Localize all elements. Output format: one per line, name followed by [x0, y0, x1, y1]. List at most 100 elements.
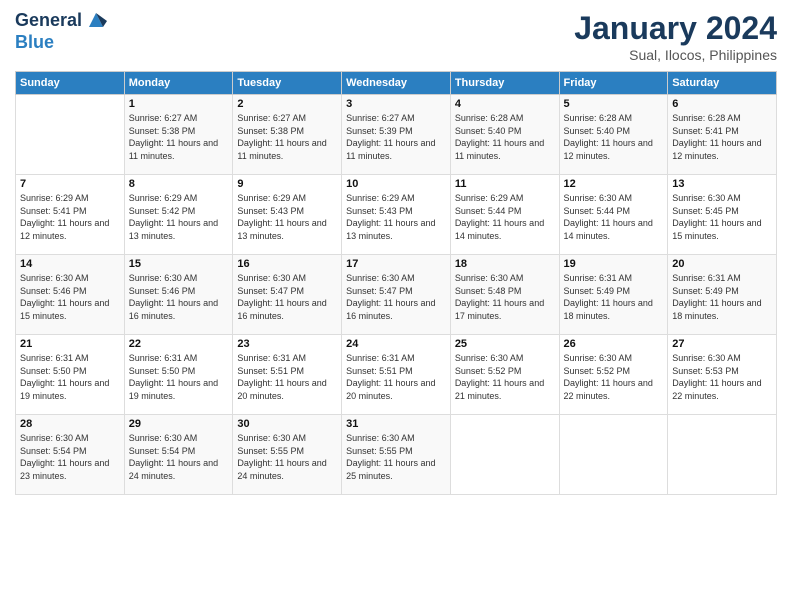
day-detail: Sunrise: 6:30 AMSunset: 5:45 PMDaylight:… — [672, 192, 772, 242]
calendar-cell: 14 Sunrise: 6:30 AMSunset: 5:46 PMDayligh… — [16, 255, 125, 335]
calendar-cell: 21 Sunrise: 6:31 AMSunset: 5:50 PMDayligh… — [16, 335, 125, 415]
calendar-cell: 13Sunrise: 6:30 AMSunset: 5:45 PMDayligh… — [668, 175, 777, 255]
day-detail: Sunrise: 6:30 AMSunset: 5:52 PMDaylight:… — [455, 352, 555, 402]
day-detail: Sunrise: 6:27 AMSunset: 5:39 PMDaylight:… — [346, 112, 446, 162]
weekday-header-sunday: Sunday — [16, 72, 125, 95]
day-number: 2 — [237, 98, 337, 110]
day-number: 25 — [455, 338, 555, 350]
weekday-header-monday: Monday — [124, 72, 233, 95]
calendar-week-1: 7 Sunrise: 6:29 AMSunset: 5:41 PMDaylight… — [16, 175, 777, 255]
day-number: 21 — [20, 338, 120, 350]
weekday-header-friday: Friday — [559, 72, 668, 95]
day-detail: Sunrise: 6:28 AMSunset: 5:40 PMDaylight:… — [455, 112, 555, 162]
day-number: 4 — [455, 98, 555, 110]
day-number: 8 — [129, 178, 229, 190]
day-number: 28 — [20, 418, 120, 430]
day-number: 27 — [672, 338, 772, 350]
day-detail: Sunrise: 6:29 AMSunset: 5:42 PMDaylight:… — [129, 192, 229, 242]
calendar-cell — [16, 95, 125, 175]
calendar-week-4: 28 Sunrise: 6:30 AMSunset: 5:54 PMDayligh… — [16, 415, 777, 495]
day-detail: Sunrise: 6:30 AMSunset: 5:46 PMDaylight:… — [20, 272, 120, 322]
calendar-week-0: 1Sunrise: 6:27 AMSunset: 5:38 PMDaylight… — [16, 95, 777, 175]
weekday-header-thursday: Thursday — [450, 72, 559, 95]
day-detail: Sunrise: 6:30 AMSunset: 5:52 PMDaylight:… — [564, 352, 664, 402]
day-number: 11 — [455, 178, 555, 190]
day-number: 18 — [455, 258, 555, 270]
day-number: 24 — [346, 338, 446, 350]
day-detail: Sunrise: 6:27 AMSunset: 5:38 PMDaylight:… — [129, 112, 229, 162]
day-number: 19 — [564, 258, 664, 270]
calendar-cell: 23Sunrise: 6:31 AMSunset: 5:51 PMDayligh… — [233, 335, 342, 415]
calendar-cell: 12 Sunrise: 6:30 AMSunset: 5:44 PMDayligh… — [559, 175, 668, 255]
title-block: January 2024 Sual, Ilocos, Philippines — [574, 10, 777, 63]
calendar-cell — [559, 415, 668, 495]
header: General Blue January 2024 Sual, Ilocos, … — [15, 10, 777, 63]
calendar-cell: 29 Sunrise: 6:30 AMSunset: 5:54 PMDayligh… — [124, 415, 233, 495]
day-number: 12 — [564, 178, 664, 190]
day-detail: Sunrise: 6:28 AMSunset: 5:41 PMDaylight:… — [672, 112, 772, 162]
calendar-cell: 25 Sunrise: 6:30 AMSunset: 5:52 PMDayligh… — [450, 335, 559, 415]
calendar-cell: 20Sunrise: 6:31 AMSunset: 5:49 PMDayligh… — [668, 255, 777, 335]
day-detail: Sunrise: 6:27 AMSunset: 5:38 PMDaylight:… — [237, 112, 337, 162]
day-number: 16 — [237, 258, 337, 270]
day-detail: Sunrise: 6:31 AMSunset: 5:51 PMDaylight:… — [346, 352, 446, 402]
day-detail: Sunrise: 6:30 AMSunset: 5:47 PMDaylight:… — [237, 272, 337, 322]
day-detail: Sunrise: 6:31 AMSunset: 5:50 PMDaylight:… — [20, 352, 120, 402]
day-detail: Sunrise: 6:30 AMSunset: 5:47 PMDaylight:… — [346, 272, 446, 322]
calendar-cell: 11 Sunrise: 6:29 AMSunset: 5:44 PMDayligh… — [450, 175, 559, 255]
calendar-cell: 28Sunrise: 6:30 AMSunset: 5:54 PMDayligh… — [16, 415, 125, 495]
logo: General Blue — [15, 10, 107, 53]
day-number: 5 — [564, 98, 664, 110]
day-detail: Sunrise: 6:30 AMSunset: 5:55 PMDaylight:… — [237, 432, 337, 482]
calendar-cell: 19 Sunrise: 6:31 AMSunset: 5:49 PMDayligh… — [559, 255, 668, 335]
day-number: 3 — [346, 98, 446, 110]
logo-general: General — [15, 10, 82, 32]
calendar-cell: 7 Sunrise: 6:29 AMSunset: 5:41 PMDaylight… — [16, 175, 125, 255]
day-detail: Sunrise: 6:29 AMSunset: 5:43 PMDaylight:… — [346, 192, 446, 242]
calendar-cell: 2 Sunrise: 6:27 AMSunset: 5:38 PMDaylight… — [233, 95, 342, 175]
day-number: 20 — [672, 258, 772, 270]
calendar-cell: 5 Sunrise: 6:28 AMSunset: 5:40 PMDaylight… — [559, 95, 668, 175]
day-detail: Sunrise: 6:30 AMSunset: 5:44 PMDaylight:… — [564, 192, 664, 242]
calendar-week-2: 14 Sunrise: 6:30 AMSunset: 5:46 PMDayligh… — [16, 255, 777, 335]
day-detail: Sunrise: 6:31 AMSunset: 5:50 PMDaylight:… — [129, 352, 229, 402]
day-number: 26 — [564, 338, 664, 350]
day-detail: Sunrise: 6:30 AMSunset: 5:53 PMDaylight:… — [672, 352, 772, 402]
calendar-cell: 17Sunrise: 6:30 AMSunset: 5:47 PMDayligh… — [342, 255, 451, 335]
calendar-cell: 8 Sunrise: 6:29 AMSunset: 5:42 PMDaylight… — [124, 175, 233, 255]
calendar-cell: 18Sunrise: 6:30 AMSunset: 5:48 PMDayligh… — [450, 255, 559, 335]
month-title: January 2024 — [574, 10, 777, 47]
weekday-header-row: SundayMondayTuesdayWednesdayThursdayFrid… — [16, 72, 777, 95]
calendar-cell: 10 Sunrise: 6:29 AMSunset: 5:43 PMDayligh… — [342, 175, 451, 255]
calendar-cell: 30Sunrise: 6:30 AMSunset: 5:55 PMDayligh… — [233, 415, 342, 495]
calendar-table: SundayMondayTuesdayWednesdayThursdayFrid… — [15, 71, 777, 495]
day-detail: Sunrise: 6:30 AMSunset: 5:46 PMDaylight:… — [129, 272, 229, 322]
calendar-cell — [450, 415, 559, 495]
calendar-cell: 27 Sunrise: 6:30 AMSunset: 5:53 PMDayligh… — [668, 335, 777, 415]
day-detail: Sunrise: 6:30 AMSunset: 5:54 PMDaylight:… — [129, 432, 229, 482]
day-detail: Sunrise: 6:31 AMSunset: 5:49 PMDaylight:… — [564, 272, 664, 322]
day-detail: Sunrise: 6:29 AMSunset: 5:44 PMDaylight:… — [455, 192, 555, 242]
day-number: 9 — [237, 178, 337, 190]
calendar-cell: 22Sunrise: 6:31 AMSunset: 5:50 PMDayligh… — [124, 335, 233, 415]
day-detail: Sunrise: 6:29 AMSunset: 5:43 PMDaylight:… — [237, 192, 337, 242]
location-subtitle: Sual, Ilocos, Philippines — [574, 47, 777, 63]
day-number: 10 — [346, 178, 446, 190]
calendar-cell: 1Sunrise: 6:27 AMSunset: 5:38 PMDaylight… — [124, 95, 233, 175]
calendar-cell: 24 Sunrise: 6:31 AMSunset: 5:51 PMDayligh… — [342, 335, 451, 415]
main-container: General Blue January 2024 Sual, Ilocos, … — [0, 0, 792, 505]
calendar-cell: 6 Sunrise: 6:28 AMSunset: 5:41 PMDaylight… — [668, 95, 777, 175]
day-number: 14 — [20, 258, 120, 270]
day-detail: Sunrise: 6:30 AMSunset: 5:55 PMDaylight:… — [346, 432, 446, 482]
calendar-cell — [668, 415, 777, 495]
day-number: 7 — [20, 178, 120, 190]
day-detail: Sunrise: 6:29 AMSunset: 5:41 PMDaylight:… — [20, 192, 120, 242]
calendar-cell: 4 Sunrise: 6:28 AMSunset: 5:40 PMDaylight… — [450, 95, 559, 175]
calendar-cell: 3 Sunrise: 6:27 AMSunset: 5:39 PMDaylight… — [342, 95, 451, 175]
day-detail: Sunrise: 6:31 AMSunset: 5:51 PMDaylight:… — [237, 352, 337, 402]
day-number: 29 — [129, 418, 229, 430]
calendar-cell: 9 Sunrise: 6:29 AMSunset: 5:43 PMDaylight… — [233, 175, 342, 255]
weekday-header-wednesday: Wednesday — [342, 72, 451, 95]
day-number: 6 — [672, 98, 772, 110]
day-detail: Sunrise: 6:28 AMSunset: 5:40 PMDaylight:… — [564, 112, 664, 162]
